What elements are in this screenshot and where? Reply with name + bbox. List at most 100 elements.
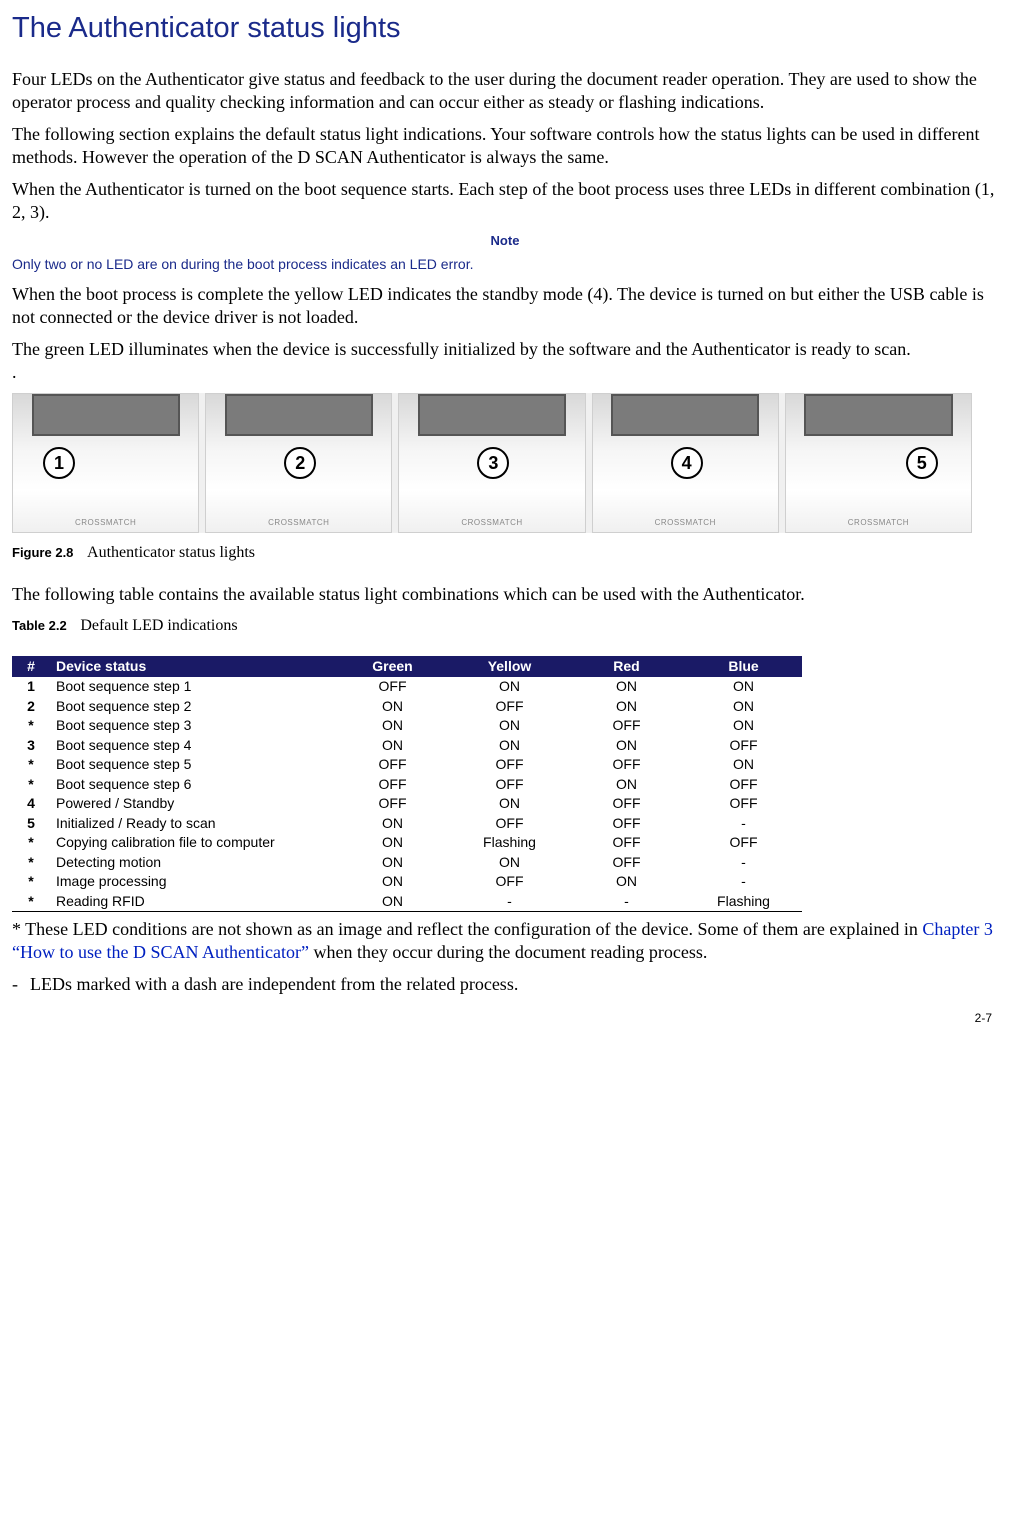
cell-blue: - xyxy=(685,872,802,892)
callout-number: 1 xyxy=(43,447,75,479)
col-status: Device status xyxy=(50,656,334,678)
paragraph: The following table contains the availab… xyxy=(12,583,998,606)
cell-yellow: ON xyxy=(451,736,568,756)
cell-blue: - xyxy=(685,814,802,834)
paragraph: The green LED illuminates when the devic… xyxy=(12,338,998,383)
paragraph: When the Authenticator is turned on the … xyxy=(12,178,998,223)
table-row: 5Initialized / Ready to scanONOFFOFF- xyxy=(12,814,802,834)
cell-red: ON xyxy=(568,697,685,717)
cell-green: ON xyxy=(334,833,451,853)
cell-green: OFF xyxy=(334,775,451,795)
table-row: *Reading RFIDON--Flashing xyxy=(12,892,802,912)
cell-blue: ON xyxy=(685,697,802,717)
figure-caption: Figure 2.8 Authenticator status lights xyxy=(12,543,998,563)
cell-red: ON xyxy=(568,872,685,892)
cell-blue: Flashing xyxy=(685,892,802,912)
device-image: CROSSMATCH 4 xyxy=(592,393,779,533)
device-image: CROSSMATCH 5 xyxy=(785,393,972,533)
table-description: Default LED indications xyxy=(80,617,237,634)
device-image: CROSSMATCH 1 xyxy=(12,393,199,533)
paragraph: Four LEDs on the Authenticator give stat… xyxy=(12,68,998,113)
cell-yellow: OFF xyxy=(451,775,568,795)
page-number: 2-7 xyxy=(975,1011,992,1026)
table-row: *Copying calibration file to computerONF… xyxy=(12,833,802,853)
cell-red: OFF xyxy=(568,814,685,834)
cell-index: * xyxy=(12,872,50,892)
page-title: The Authenticator status lights xyxy=(12,10,998,46)
callout-number: 4 xyxy=(671,447,703,479)
cell-status: Boot sequence step 3 xyxy=(50,716,334,736)
table-row: 3Boot sequence step 4ONONONOFF xyxy=(12,736,802,756)
brand-label: CROSSMATCH xyxy=(206,518,391,528)
cell-red: OFF xyxy=(568,716,685,736)
cell-green: ON xyxy=(334,892,451,912)
cell-index: * xyxy=(12,775,50,795)
cell-blue: ON xyxy=(685,716,802,736)
footnote-suffix: when they occur during the document read… xyxy=(309,942,707,962)
callout-number: 3 xyxy=(477,447,509,479)
cell-green: ON xyxy=(334,716,451,736)
dash-symbol: - xyxy=(12,973,30,996)
cell-index: * xyxy=(12,833,50,853)
device-image: CROSSMATCH 3 xyxy=(398,393,585,533)
cell-green: ON xyxy=(334,872,451,892)
cell-index: * xyxy=(12,892,50,912)
cell-blue: - xyxy=(685,853,802,873)
cell-status: Reading RFID xyxy=(50,892,334,912)
cell-status: Boot sequence step 6 xyxy=(50,775,334,795)
cell-green: OFF xyxy=(334,755,451,775)
cell-status: Boot sequence step 2 xyxy=(50,697,334,717)
cell-index: * xyxy=(12,716,50,736)
callout-number: 2 xyxy=(284,447,316,479)
cell-green: ON xyxy=(334,853,451,873)
table-row: *Boot sequence step 6OFFOFFONOFF xyxy=(12,775,802,795)
brand-label: CROSSMATCH xyxy=(786,518,971,528)
cell-index: * xyxy=(12,755,50,775)
cell-red: ON xyxy=(568,775,685,795)
cell-red: OFF xyxy=(568,794,685,814)
cell-status: Powered / Standby xyxy=(50,794,334,814)
cell-blue: OFF xyxy=(685,794,802,814)
cell-index: 1 xyxy=(12,677,50,697)
col-yellow: Yellow xyxy=(451,656,568,678)
cell-index: 2 xyxy=(12,697,50,717)
callout-number: 5 xyxy=(906,447,938,479)
cell-status: Boot sequence step 5 xyxy=(50,755,334,775)
cell-status: Boot sequence step 1 xyxy=(50,677,334,697)
cell-index: * xyxy=(12,853,50,873)
cell-status: Boot sequence step 4 xyxy=(50,736,334,756)
brand-label: CROSSMATCH xyxy=(13,518,198,528)
cell-blue: ON xyxy=(685,677,802,697)
cell-blue: OFF xyxy=(685,775,802,795)
table-row: 4Powered / StandbyOFFONOFFOFF xyxy=(12,794,802,814)
footnote-prefix: * These LED conditions are not shown as … xyxy=(12,919,922,939)
footnote: * These LED conditions are not shown as … xyxy=(12,918,998,963)
table-row: 2Boot sequence step 2ONOFFONON xyxy=(12,697,802,717)
dash-note: - LEDs marked with a dash are independen… xyxy=(12,973,998,996)
cell-index: 3 xyxy=(12,736,50,756)
cell-red: OFF xyxy=(568,833,685,853)
figure-description: Authenticator status lights xyxy=(87,544,255,561)
cell-green: OFF xyxy=(334,677,451,697)
cell-yellow: Flashing xyxy=(451,833,568,853)
cell-red: ON xyxy=(568,677,685,697)
cell-green: ON xyxy=(334,736,451,756)
col-blue: Blue xyxy=(685,656,802,678)
cell-yellow: ON xyxy=(451,677,568,697)
dash-text: LEDs marked with a dash are independent … xyxy=(30,973,518,996)
cell-red: OFF xyxy=(568,853,685,873)
cell-blue: OFF xyxy=(685,833,802,853)
cell-status: Initialized / Ready to scan xyxy=(50,814,334,834)
cell-green: ON xyxy=(334,814,451,834)
device-image: CROSSMATCH 2 xyxy=(205,393,392,533)
table-number: Table 2.2 xyxy=(12,618,67,633)
cell-yellow: OFF xyxy=(451,755,568,775)
cell-yellow: OFF xyxy=(451,697,568,717)
table-row: *Detecting motionONONOFF- xyxy=(12,853,802,873)
table-row: 1Boot sequence step 1OFFONONON xyxy=(12,677,802,697)
cell-yellow: ON xyxy=(451,794,568,814)
cell-yellow: - xyxy=(451,892,568,912)
brand-label: CROSSMATCH xyxy=(593,518,778,528)
table-row: *Image processingONOFFON- xyxy=(12,872,802,892)
cell-red: ON xyxy=(568,736,685,756)
